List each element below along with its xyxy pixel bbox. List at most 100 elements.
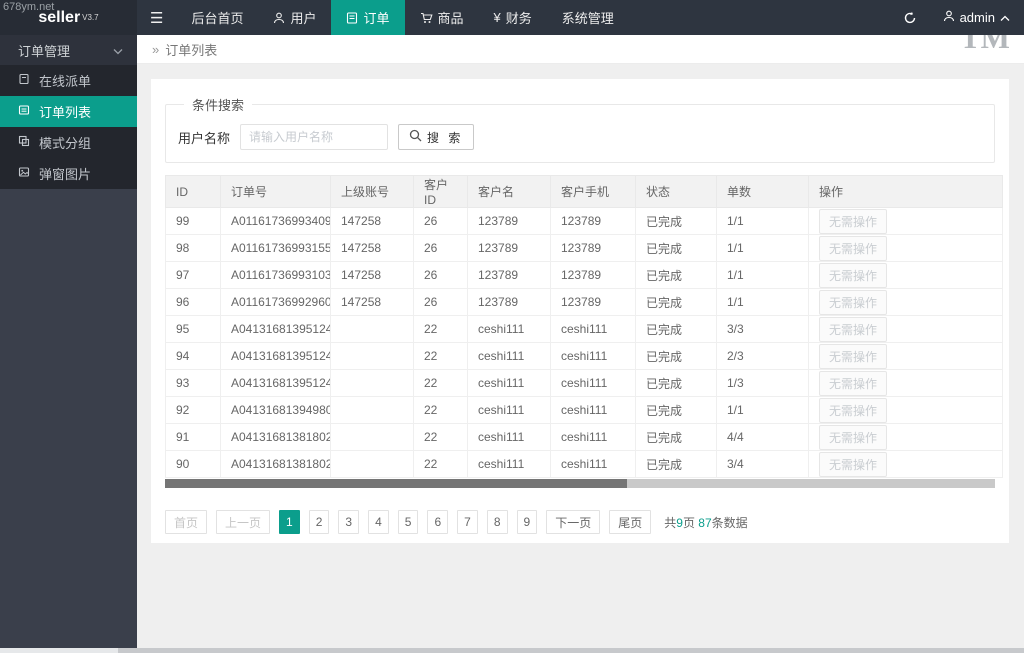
nav-label: 财务 xyxy=(505,11,532,26)
pagination-last[interactable]: 尾页 xyxy=(609,510,652,534)
cell-customer-name: ceshi111 xyxy=(467,423,551,451)
table-scrollbar[interactable] xyxy=(165,479,995,488)
status-badge: 已完成 xyxy=(635,315,717,343)
sidebar-item-label: 在线派单 xyxy=(39,74,92,89)
sidebar-item-label: 弹窗图片 xyxy=(39,167,92,182)
cell-count: 2/3 xyxy=(716,342,809,370)
cell-customer-name: ceshi111 xyxy=(467,396,551,424)
pagination-prev[interactable]: 上一页 xyxy=(216,510,271,534)
nav-item-system[interactable]: 系统管理 xyxy=(547,0,629,35)
cell-id: 94 xyxy=(165,342,221,370)
cell-order-no: A04131681395124517 xyxy=(220,369,331,397)
table-scrollbar-thumb[interactable] xyxy=(165,479,627,488)
sidebar-item-online-dispatch[interactable]: 在线派单 xyxy=(0,65,137,96)
no-action-button[interactable]: 无需操作 xyxy=(819,451,888,477)
status-badge: 已完成 xyxy=(635,450,717,478)
pagination-page-2[interactable]: 2 xyxy=(308,510,330,534)
cell-parent-account xyxy=(330,396,414,424)
col-count: 单数 xyxy=(716,175,809,208)
cell-count: 3/3 xyxy=(716,315,809,343)
pagination-page-5[interactable]: 5 xyxy=(397,510,419,534)
cell-customer-phone: 123789 xyxy=(550,234,636,262)
summary-total-items: 87 xyxy=(698,515,712,530)
no-action-button[interactable]: 无需操作 xyxy=(819,424,888,450)
nav-item-orders[interactable]: 订单 xyxy=(331,0,405,35)
status-badge: 已完成 xyxy=(635,369,717,397)
page-horizontal-scrollbar[interactable] xyxy=(0,648,1024,653)
chevron-up-icon xyxy=(1000,10,1010,25)
sidebar-item-mode-group[interactable]: 模式分组 xyxy=(0,127,137,158)
no-action-button[interactable]: 无需操作 xyxy=(819,316,888,342)
page-horizontal-scrollbar-thumb[interactable] xyxy=(0,648,118,653)
sidebar-section-order-management[interactable]: 订单管理 xyxy=(0,35,137,65)
cart-icon xyxy=(420,12,433,24)
nav-item-goods[interactable]: 商品 xyxy=(405,0,479,35)
nav-label: 用户 xyxy=(290,11,317,26)
cell-customer-name: ceshi111 xyxy=(467,342,551,370)
cell-count: 3/4 xyxy=(716,450,809,478)
no-action-button[interactable]: 无需操作 xyxy=(819,208,888,234)
sidebar-item-popup-image[interactable]: 弹窗图片 xyxy=(0,158,137,189)
pagination-next[interactable]: 下一页 xyxy=(546,510,601,534)
no-action-button[interactable]: 无需操作 xyxy=(819,289,888,315)
nav-item-finance[interactable]: ¥ 财务 xyxy=(479,0,547,35)
status-badge: 已完成 xyxy=(635,396,717,424)
no-action-button[interactable]: 无需操作 xyxy=(819,343,888,369)
sidebar-item-order-list[interactable]: 订单列表 xyxy=(0,96,137,127)
table-row: 90 A04131681381802232 22 ceshi111 ceshi1… xyxy=(165,450,1003,478)
cell-customer-id: 22 xyxy=(413,315,468,343)
pagination-first[interactable]: 首页 xyxy=(165,510,208,534)
cell-id: 92 xyxy=(165,396,221,424)
nav-item-users[interactable]: 用户 xyxy=(258,0,331,35)
pagination-page-8[interactable]: 8 xyxy=(486,510,508,534)
cell-order-no: A01161736992960833 xyxy=(220,288,331,316)
cell-id: 97 xyxy=(165,261,221,289)
pagination-page-6[interactable]: 6 xyxy=(427,510,449,534)
cell-customer-name: ceshi111 xyxy=(467,369,551,397)
cell-customer-phone: ceshi111 xyxy=(550,369,636,397)
nav-label: 商品 xyxy=(437,11,464,26)
watermark-domain: 678ym.net xyxy=(3,1,55,13)
username-field-label: 用户名称 xyxy=(178,130,231,146)
summary-total-pages: 9 xyxy=(676,515,683,530)
no-action-button[interactable]: 无需操作 xyxy=(819,262,888,288)
pagination-page-4[interactable]: 4 xyxy=(368,510,389,534)
username-input[interactable] xyxy=(240,124,389,150)
group-icon xyxy=(18,135,30,150)
cell-customer-phone: ceshi111 xyxy=(550,423,636,451)
cell-count: 4/4 xyxy=(716,423,809,451)
search-panel: 条件搜索 用户名称 搜 索 xyxy=(165,95,995,163)
pagination-page-9[interactable]: 9 xyxy=(516,510,538,534)
nav-label: 订单 xyxy=(363,11,390,26)
pagination-page-3[interactable]: 3 xyxy=(338,510,360,534)
user-menu[interactable]: admin xyxy=(943,10,1010,25)
cell-count: 1/1 xyxy=(716,261,809,289)
document-icon xyxy=(346,11,358,24)
nav-item-dashboard[interactable]: 后台首页 xyxy=(176,0,258,35)
col-id: ID xyxy=(165,175,221,208)
cell-customer-phone: 123789 xyxy=(550,261,636,289)
header-right: admin xyxy=(903,0,1024,35)
logo-version: V3.7 xyxy=(82,13,99,22)
pagination-page-1[interactable]: 1 xyxy=(279,510,300,534)
top-nav: 后台首页 用户 订单 商品 ¥ 财务 系统管理 xyxy=(176,0,902,35)
table-header-row: ID 订单号 上级账号 客户ID 客户名 客户手机 状态 单数 操作 xyxy=(165,175,1003,208)
orders-table: ID 订单号 上级账号 客户ID 客户名 客户手机 状态 单数 操作 99 A0… xyxy=(165,175,1003,478)
hamburger-icon[interactable]: ☰ xyxy=(137,0,176,35)
cell-id: 99 xyxy=(165,207,221,235)
no-action-button[interactable]: 无需操作 xyxy=(819,397,888,423)
cell-parent-account: 147258 xyxy=(330,207,414,235)
no-action-button[interactable]: 无需操作 xyxy=(819,235,888,261)
search-button[interactable]: 搜 索 xyxy=(398,124,475,150)
col-actions: 操作 xyxy=(808,175,1003,208)
pagination-page-7[interactable]: 7 xyxy=(457,510,478,534)
refresh-icon[interactable] xyxy=(903,11,917,25)
no-action-button[interactable]: 无需操作 xyxy=(819,370,888,396)
nav-label: 系统管理 xyxy=(561,11,614,26)
cell-customer-phone: 123789 xyxy=(550,288,636,316)
cell-customer-phone: ceshi111 xyxy=(550,342,636,370)
cell-customer-id: 22 xyxy=(413,396,468,424)
table-row: 96 A01161736992960833 147258 26 123789 1… xyxy=(165,288,1003,316)
status-badge: 已完成 xyxy=(635,288,717,316)
col-customer-name: 客户名 xyxy=(467,175,551,208)
